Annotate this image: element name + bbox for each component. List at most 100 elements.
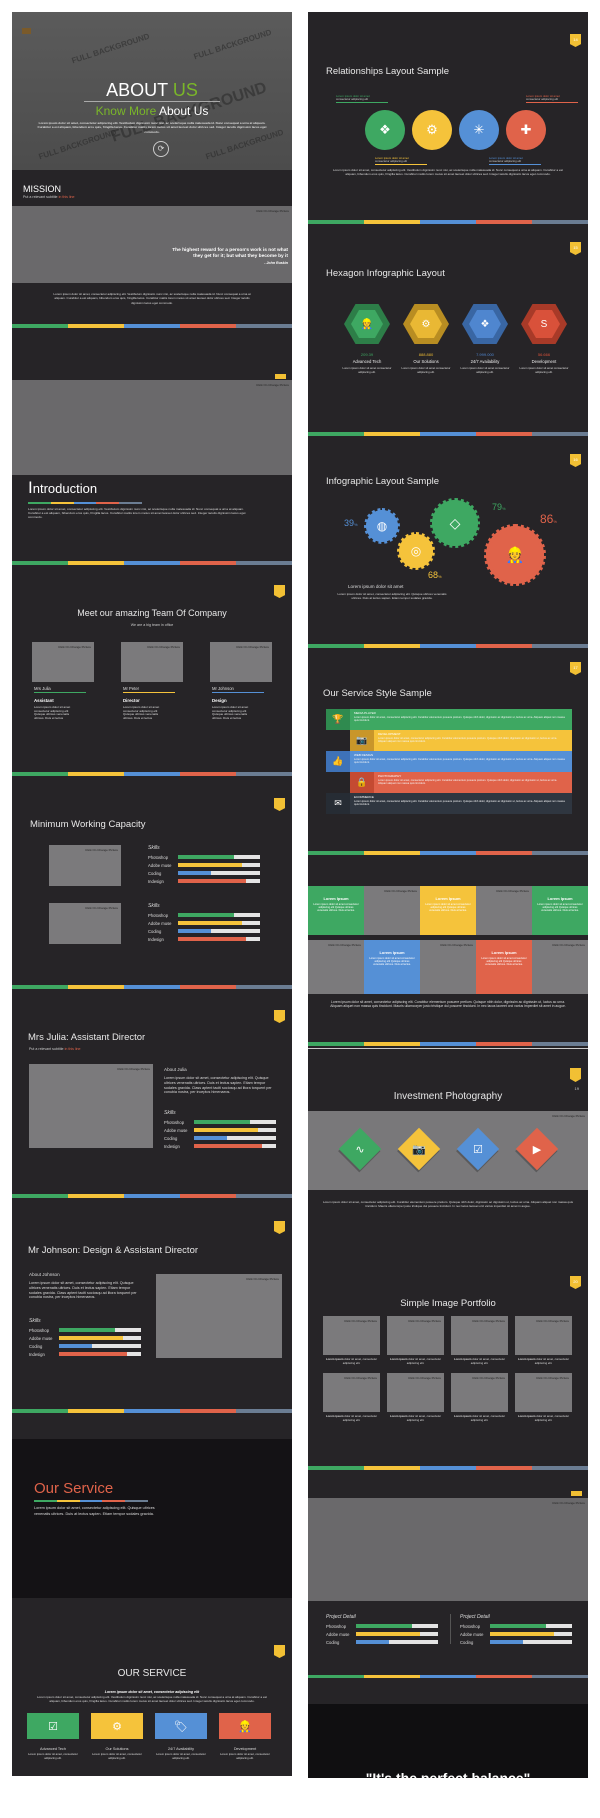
relationship-circle[interactable]: ❖ xyxy=(365,110,405,150)
sound-wave-icon: ∿ xyxy=(355,1143,365,1156)
about-title-b: US xyxy=(172,80,198,100)
capacity-picture-1[interactable]: Click On Change Picture xyxy=(49,845,121,886)
mosaic-text-tile: Lorem Ipsum Lorem ipsum dolor sit amet co… xyxy=(476,940,532,994)
skill-row: Photoshop xyxy=(29,1326,141,1334)
portfolio-picture[interactable]: Click On Change Picture xyxy=(515,1373,572,1412)
relationship-circle[interactable]: ⚙ xyxy=(412,110,452,150)
slide-introduction: Click On Change Picture Introduction Lor… xyxy=(12,370,292,570)
portfolio-picture[interactable]: Click On Change Picture xyxy=(323,1373,380,1412)
portfolio-picture[interactable]: Click On Change Picture xyxy=(451,1373,508,1412)
slide-badge xyxy=(274,1645,285,1658)
service-caps-lead: Lorem ipsum dolor sit amet, consectetur … xyxy=(104,1690,200,1694)
diamond-tile[interactable]: 📷 xyxy=(397,1127,441,1171)
arrow-circle-icon[interactable]: ⟳ xyxy=(153,141,169,157)
service-style-row[interactable]: 👍 WEB DESIGN Lorem ipsum dolor sit amet, c… xyxy=(326,751,572,772)
mosaic-picture[interactable]: Click On Change Picture xyxy=(364,886,420,935)
portfolio-picture[interactable]: Click On Change Picture xyxy=(515,1316,572,1355)
diamond-tile[interactable]: ☑ xyxy=(456,1127,500,1171)
slide-badge xyxy=(275,374,286,379)
hexagon[interactable]: 👷 xyxy=(344,304,390,344)
hexagon[interactable]: S xyxy=(521,304,567,344)
lock-icon: 🔒 xyxy=(356,777,368,787)
mosaic-picture[interactable]: Click On Change Picture xyxy=(476,886,532,935)
portfolio-picture[interactable]: Click On Change Picture xyxy=(451,1316,508,1355)
skill-bar-fill xyxy=(194,1136,227,1140)
relationship-circle[interactable]: ✳ xyxy=(459,110,499,150)
gear[interactable]: 👷 xyxy=(484,524,546,586)
portfolio-caption: Lorem ipsum dolor sit amet, consectetur … xyxy=(515,1414,572,1422)
portfolio-picture[interactable]: Click On Change Picture xyxy=(387,1316,444,1355)
workers-icon: 👷 xyxy=(360,318,374,330)
portfolio-picture[interactable]: Click On Change Picture xyxy=(387,1373,444,1412)
skill-row: Coding xyxy=(460,1638,572,1646)
dark-background xyxy=(308,1704,588,1778)
project-detail-label: Project Detail xyxy=(460,1614,490,1620)
hexagon[interactable]: ❖ xyxy=(462,304,508,344)
skill-row: Adobe muse xyxy=(326,1630,438,1638)
slide-project-detail: Click On Change Picture Project Detail Ph… xyxy=(308,1472,588,1678)
diamond-tile[interactable]: ∿ xyxy=(338,1127,382,1171)
skill-row: Indesign xyxy=(148,877,260,885)
gears-tile[interactable]: ⚙ xyxy=(91,1713,143,1739)
mosaic-text: Lorem ipsum dolor sit amet, consectetur … xyxy=(330,1000,566,1009)
skill-bar-fill xyxy=(356,1624,412,1628)
tile-title: Lorem Ipsum xyxy=(379,950,405,955)
service-label: Our Solutions xyxy=(105,1747,129,1751)
picture-placeholder-label: Click On Change Picture xyxy=(536,1319,569,1323)
skill-bar-fill xyxy=(178,855,234,859)
slide-badge: 20 xyxy=(570,1276,581,1289)
picture-placeholder-label: Click On Change Picture xyxy=(552,943,585,947)
slide-about-us[interactable]: FULL BACKGROUND FULL BACKGROUND FULL BAC… xyxy=(12,12,292,170)
gear[interactable]: ◍ xyxy=(364,508,400,544)
pills-icon: ✚ xyxy=(520,122,532,137)
service-style-row[interactable]: 🔒 PHOTOGRAPHY Lorem ipsum dolor sit amet, … xyxy=(350,772,572,793)
tag-tile[interactable]: 🏷 xyxy=(155,1713,207,1739)
mosaic-picture[interactable]: Click On Change Picture xyxy=(532,940,588,994)
julia-picture[interactable]: Click On Change Picture xyxy=(29,1064,153,1148)
dark-background xyxy=(12,1590,292,1598)
service-style-row[interactable]: ✉ ECOMMERCE Lorem ipsum dolor sit amet, co… xyxy=(326,793,572,814)
slide-badge: 14 xyxy=(570,34,581,47)
workers-tile[interactable]: 👷 xyxy=(219,1713,271,1739)
team-member-picture[interactable]: Click On Change Picture xyxy=(32,642,94,682)
mosaic-picture[interactable]: Click On Change Picture xyxy=(420,940,476,994)
gear[interactable]: ◇ xyxy=(430,498,480,548)
gear[interactable]: ◎ xyxy=(397,532,435,570)
row-label: MEDIA PLAYER xyxy=(354,711,376,715)
capacity-picture-2[interactable]: Click On Change Picture xyxy=(49,903,121,944)
caption-text: dolor sit amet, consectetur adipiscing e… xyxy=(342,1414,378,1422)
portfolio-picture[interactable]: Click On Change Picture xyxy=(323,1316,380,1355)
investment-title: Investment Photography xyxy=(393,1091,503,1102)
julia-sub-b: in this line xyxy=(64,1047,81,1051)
caption-text: dolor sit amet, consectetur adipiscing e… xyxy=(406,1414,442,1422)
color-stripe xyxy=(12,985,292,989)
divider xyxy=(450,1614,451,1644)
service-caps-text: Lorem ipsum dolor sit amet, consectetur … xyxy=(37,1695,267,1703)
team-title: Meet our amazing Team Of Company xyxy=(77,608,227,618)
team-member-picture[interactable]: Click On Change Picture xyxy=(210,642,272,682)
skill-bar-fill xyxy=(178,929,211,933)
relationship-circle[interactable]: ✚ xyxy=(506,110,546,150)
intro-picture[interactable]: Click On Change Picture xyxy=(12,380,292,475)
skill-name: Adobe muse xyxy=(326,1631,350,1637)
team-member-picture[interactable]: Click On Change Picture xyxy=(121,642,183,682)
service-text: Lorem ipsum dolor sit amet, consectetur … xyxy=(28,1753,78,1760)
service-style-row[interactable]: 🏆 MEDIA PLAYER Lorem ipsum dolor sit amet,… xyxy=(326,709,572,730)
skill-bar-fill xyxy=(490,1632,554,1636)
service-style-row[interactable]: 📷 DEVELOPMENT Lorem ipsum dolor sit amet, … xyxy=(350,730,572,751)
mission-picture[interactable]: Click On Change Picture The highest rewa… xyxy=(12,206,292,283)
project-detail-1: Project Detail Photoshop Adobe muse Coding xyxy=(326,1614,438,1646)
right-column: 14 Relationships Layout Sample ❖ Lorem ip… xyxy=(308,12,588,1778)
calendar-check-tile[interactable]: ☑ xyxy=(27,1713,79,1739)
skill-row: Adobe muse xyxy=(148,861,260,869)
skill-name: Coding xyxy=(326,1639,340,1645)
relationships-text: Lorem ipsum dolor sit amet, consectetur … xyxy=(333,168,563,177)
caption-bold: Lorem ipsum xyxy=(325,1414,344,1418)
mosaic-picture[interactable]: Click On Change Picture xyxy=(308,940,364,994)
hexagon[interactable]: ⚙ xyxy=(403,304,449,344)
diamond-tile[interactable]: ▶ xyxy=(515,1127,559,1171)
johnson-picture[interactable]: Click On Change Picture xyxy=(156,1274,282,1358)
slide-hexagon-infographic: 15 Hexagon Infographic Layout 👷 209.39 Adv… xyxy=(308,224,588,440)
project-picture[interactable]: Click On Change Picture xyxy=(308,1498,588,1601)
play-icon: ▶ xyxy=(532,1143,542,1156)
